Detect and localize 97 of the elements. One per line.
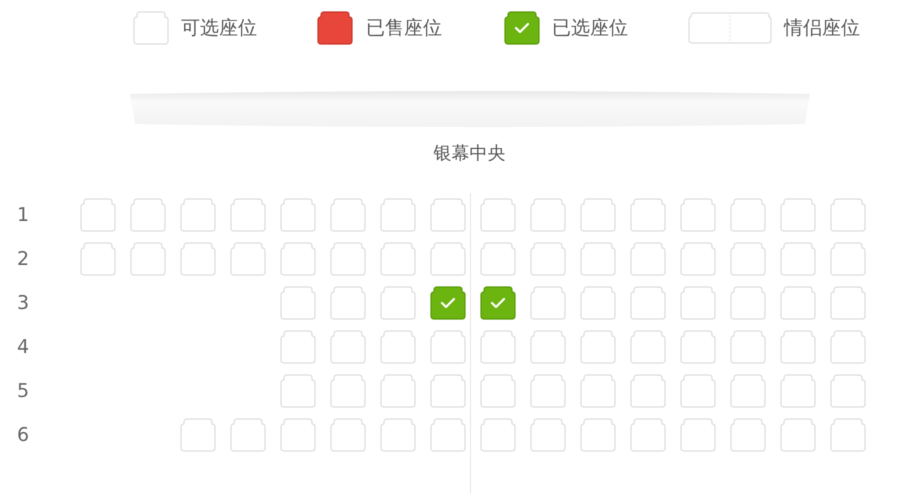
seat[interactable]	[630, 418, 666, 452]
seat[interactable]	[80, 198, 116, 232]
seat[interactable]	[730, 418, 766, 452]
seat[interactable]	[830, 330, 866, 364]
seat[interactable]	[280, 418, 316, 452]
seat[interactable]	[180, 418, 216, 452]
seat[interactable]	[330, 330, 366, 364]
row-number: 4	[16, 335, 30, 359]
seat[interactable]	[680, 418, 716, 452]
seat[interactable]	[480, 418, 516, 452]
seat[interactable]	[530, 330, 566, 364]
seat[interactable]	[530, 198, 566, 232]
seat[interactable]	[780, 330, 816, 364]
seat[interactable]	[630, 374, 666, 408]
seat[interactable]	[430, 374, 466, 408]
seat[interactable]	[430, 330, 466, 364]
seat[interactable]	[380, 330, 416, 364]
seat[interactable]	[780, 242, 816, 276]
seat[interactable]	[730, 374, 766, 408]
seat[interactable]	[430, 242, 466, 276]
legend-label: 已售座位	[366, 16, 442, 41]
seat[interactable]	[780, 198, 816, 232]
seat[interactable]	[280, 330, 316, 364]
seat[interactable]	[280, 242, 316, 276]
seat[interactable]	[830, 374, 866, 408]
seat[interactable]	[780, 286, 816, 320]
seat[interactable]	[780, 374, 816, 408]
row-number: 5	[16, 379, 30, 403]
seat[interactable]	[480, 374, 516, 408]
seat[interactable]	[580, 418, 616, 452]
seat[interactable]	[280, 198, 316, 232]
seat[interactable]	[80, 242, 116, 276]
seat[interactable]	[580, 330, 616, 364]
seat[interactable]	[230, 418, 266, 452]
seat[interactable]	[680, 242, 716, 276]
seat[interactable]	[580, 374, 616, 408]
seat[interactable]	[580, 242, 616, 276]
seat[interactable]	[280, 374, 316, 408]
seat[interactable]	[730, 198, 766, 232]
seat[interactable]	[630, 330, 666, 364]
row-number: 1	[16, 203, 30, 227]
seat[interactable]	[530, 242, 566, 276]
seat[interactable]	[530, 374, 566, 408]
seat[interactable]	[480, 198, 516, 232]
seat[interactable]	[680, 330, 716, 364]
selected-seat[interactable]	[430, 286, 466, 320]
seat[interactable]	[830, 242, 866, 276]
couple-seat-icon	[688, 12, 772, 44]
seat[interactable]	[680, 198, 716, 232]
seat[interactable]	[380, 198, 416, 232]
seat[interactable]	[730, 330, 766, 364]
seat[interactable]	[830, 418, 866, 452]
seat[interactable]	[180, 198, 216, 232]
check-seat-icon	[504, 11, 540, 45]
seat[interactable]	[280, 286, 316, 320]
seat[interactable]	[630, 242, 666, 276]
seat[interactable]	[830, 286, 866, 320]
seat[interactable]	[630, 286, 666, 320]
seat-icon	[317, 11, 353, 45]
seat[interactable]	[180, 242, 216, 276]
seat[interactable]	[230, 242, 266, 276]
seat[interactable]	[330, 242, 366, 276]
seat[interactable]	[330, 418, 366, 452]
seat[interactable]	[380, 242, 416, 276]
seat[interactable]	[680, 286, 716, 320]
row-number: 6	[16, 423, 30, 447]
seat[interactable]	[230, 198, 266, 232]
seat[interactable]	[730, 286, 766, 320]
legend-label: 情侣座位	[784, 16, 860, 41]
seat[interactable]	[680, 374, 716, 408]
seat[interactable]	[780, 418, 816, 452]
seat[interactable]	[480, 330, 516, 364]
seat[interactable]	[830, 198, 866, 232]
seat[interactable]	[430, 198, 466, 232]
seat[interactable]	[730, 242, 766, 276]
seat[interactable]	[380, 374, 416, 408]
seat[interactable]	[330, 198, 366, 232]
row-number: 3	[16, 291, 30, 315]
selected-seat[interactable]	[480, 286, 516, 320]
seat[interactable]	[580, 198, 616, 232]
legend-label: 已选座位	[552, 16, 628, 41]
seat[interactable]	[380, 418, 416, 452]
screen-label: 银幕中央	[434, 142, 506, 166]
seat[interactable]	[330, 374, 366, 408]
seat[interactable]	[530, 418, 566, 452]
seat[interactable]	[580, 286, 616, 320]
seat[interactable]	[530, 286, 566, 320]
seat-icon	[133, 11, 169, 45]
seat[interactable]	[430, 418, 466, 452]
seat[interactable]	[330, 286, 366, 320]
legend-label: 可选座位	[181, 16, 257, 41]
seat[interactable]	[480, 242, 516, 276]
seat[interactable]	[130, 198, 166, 232]
seat[interactable]	[130, 242, 166, 276]
seat[interactable]	[380, 286, 416, 320]
seat[interactable]	[630, 198, 666, 232]
row-number: 2	[16, 247, 30, 271]
